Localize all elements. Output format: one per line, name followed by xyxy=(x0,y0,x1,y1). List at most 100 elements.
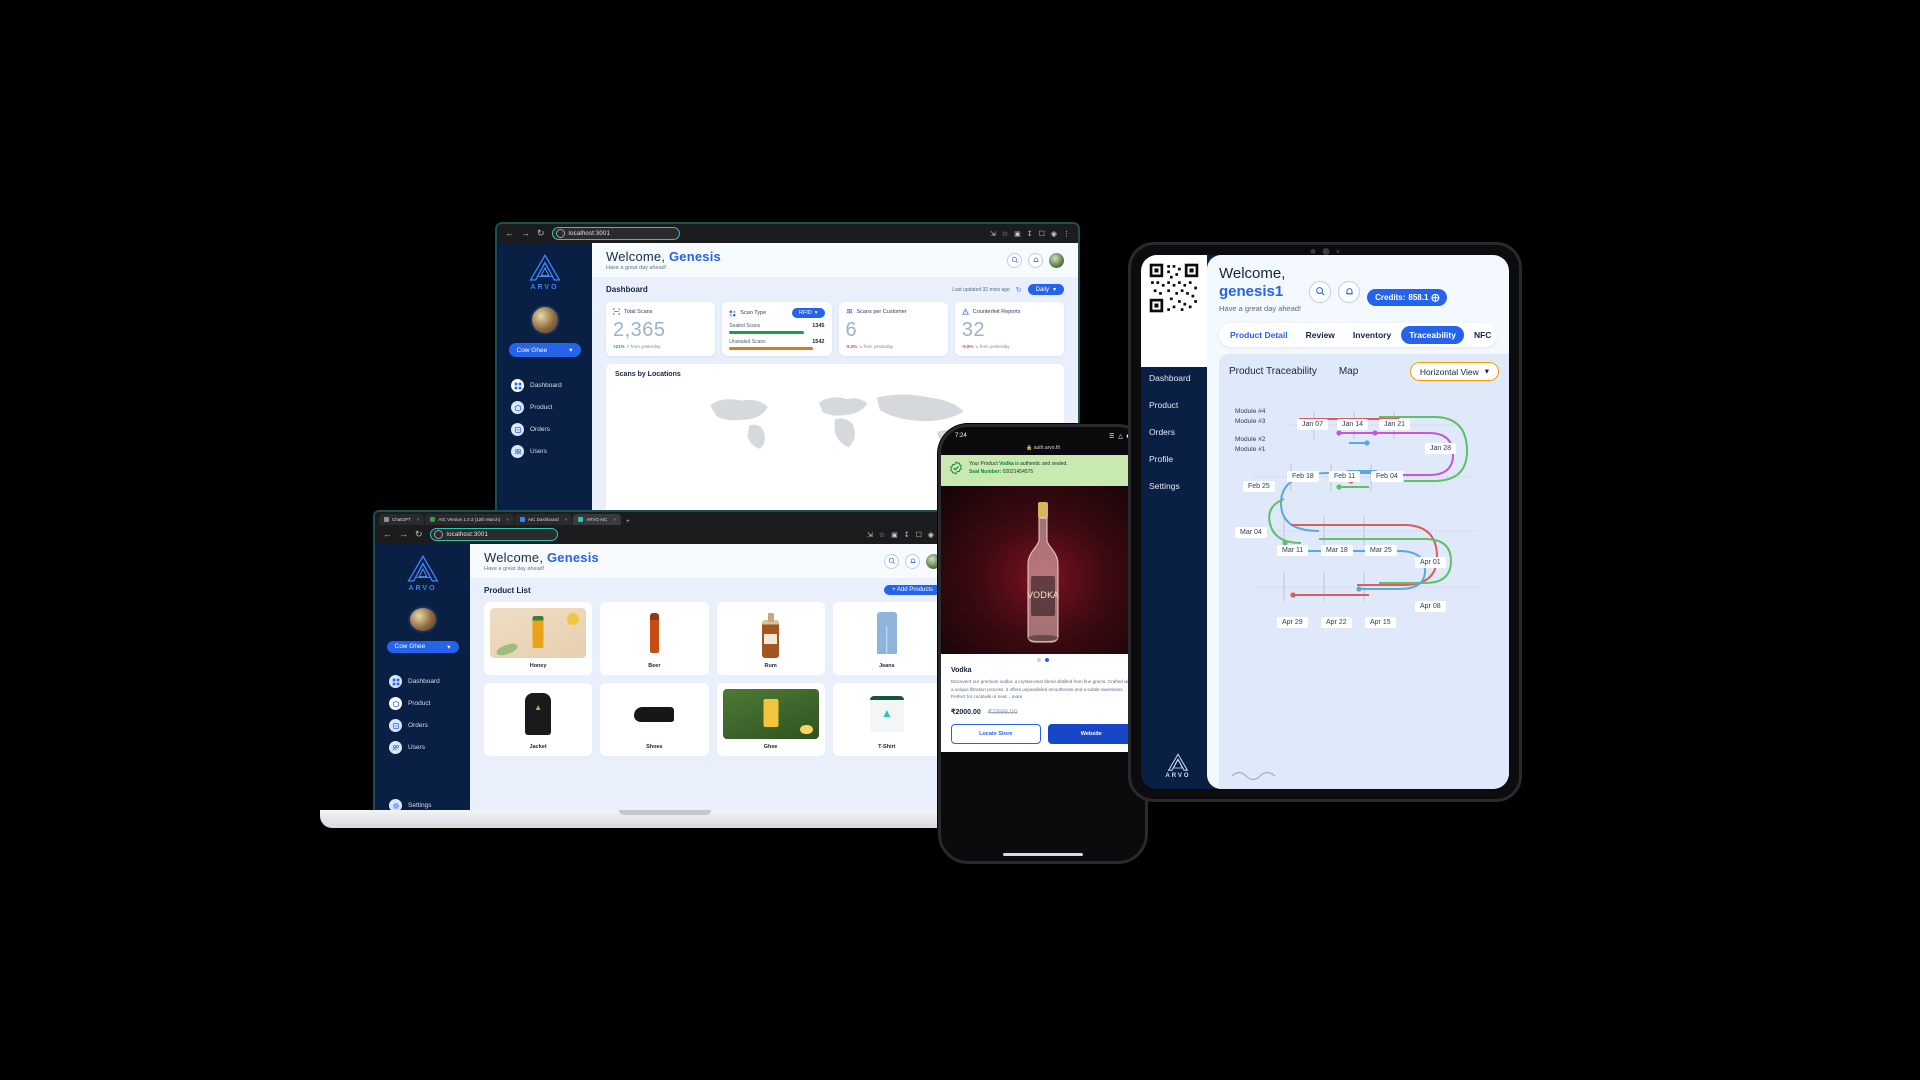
sidebar-item-orders[interactable]: Orders xyxy=(389,719,428,732)
card-header: Scan Type RFID ▾ xyxy=(729,308,825,318)
sidebar-item-orders[interactable]: Orders xyxy=(1149,427,1207,437)
phone-actions: Locate Store Website xyxy=(951,723,1135,744)
stat-cards: Total Scans 2,365 +21% ↗ from yesterday xyxy=(606,302,1064,356)
view-selector[interactable]: Horizontal View ▾ xyxy=(1409,362,1499,382)
camera-dot xyxy=(1310,249,1316,254)
range-selector[interactable]: Daily ▾ xyxy=(1027,284,1064,295)
product-card[interactable]: Ghee xyxy=(716,683,825,756)
search-icon[interactable] xyxy=(884,553,899,569)
product-selector[interactable]: Cow Ghee ▾ xyxy=(386,640,459,653)
close-icon[interactable]: × xyxy=(506,517,509,522)
close-icon[interactable]: × xyxy=(417,517,420,522)
product-card[interactable]: Beer xyxy=(600,602,709,675)
date-chip: Mar 11 xyxy=(1277,545,1309,557)
sidebar-item-product[interactable]: Product xyxy=(1149,400,1207,410)
phone-device: 7:24 ☰ △ ■ 🔒 auth.arvo.fit Your Product … xyxy=(938,424,1148,864)
tab-product-detail[interactable]: Product Detail xyxy=(1222,326,1296,344)
tab-inventory[interactable]: Inventory xyxy=(1345,326,1399,344)
carousel-dots[interactable] xyxy=(941,654,1145,662)
browser-tab-active[interactable]: ARVO AIC × xyxy=(573,514,622,525)
reload-icon[interactable]: ↻ xyxy=(415,530,423,539)
bell-icon[interactable] xyxy=(1338,280,1361,303)
profile-icon[interactable]: ◉ xyxy=(1051,230,1057,238)
search-icon[interactable] xyxy=(1007,252,1022,268)
carousel-dot[interactable] xyxy=(1037,658,1041,662)
bell-icon[interactable] xyxy=(1028,252,1043,268)
download-icon[interactable]: ↧ xyxy=(904,531,910,539)
chevron-down-icon: ▾ xyxy=(1484,366,1489,377)
close-icon[interactable]: × xyxy=(613,517,616,522)
address-bar[interactable]: localhost:3001 xyxy=(429,528,558,541)
forward-icon[interactable]: → xyxy=(399,530,408,539)
search-icon[interactable] xyxy=(1309,280,1332,303)
close-icon[interactable]: × xyxy=(565,517,568,522)
stat-card-total-scans: Total Scans 2,365 +21% ↗ from yesterday xyxy=(606,302,716,356)
map-tab[interactable]: Map xyxy=(1339,366,1358,377)
website-button[interactable]: Website xyxy=(1047,723,1135,744)
phone-url-bar[interactable]: 🔒 auth.arvo.fit xyxy=(941,443,1145,455)
laptop-device: ChatGPT × AIC Version 1.0.3 (12th March)… xyxy=(320,510,1010,840)
sidebar-item-dashboard[interactable]: Dashboard xyxy=(1149,373,1207,383)
forward-icon[interactable]: → xyxy=(521,229,530,238)
sidebar-item-profile[interactable]: Profile xyxy=(1149,454,1207,464)
avatar[interactable] xyxy=(1049,252,1064,268)
sidebar-item-settings[interactable]: Settings xyxy=(389,799,432,810)
share-icon[interactable]: ⇲ xyxy=(867,531,873,539)
favicon xyxy=(578,517,584,522)
tab-review[interactable]: Review xyxy=(1298,326,1343,344)
sidebar-item-users[interactable]: Users xyxy=(511,445,547,458)
product-card[interactable]: Shoes xyxy=(600,683,709,756)
back-icon[interactable]: ← xyxy=(383,530,392,539)
browser-tab[interactable]: AIC Dashboard × xyxy=(514,514,573,525)
laptop-trackpad-notch xyxy=(619,810,711,815)
product-card[interactable]: Jacket xyxy=(484,683,593,756)
credits-badge[interactable]: Credits: 858.1 ⨁ xyxy=(1367,289,1448,306)
back-icon[interactable]: ← xyxy=(505,229,514,238)
bookmark-icon[interactable]: ☆ xyxy=(1002,230,1008,238)
profile-icon[interactable]: ◉ xyxy=(928,531,934,539)
bell-icon[interactable] xyxy=(905,553,920,569)
sidepanel-icon[interactable]: ☐ xyxy=(1039,230,1045,238)
banner-product: Vodka xyxy=(999,461,1014,467)
carousel-dot-active[interactable] xyxy=(1045,658,1049,662)
download-icon[interactable]: ↧ xyxy=(1027,230,1033,238)
sidebar-item-product[interactable]: Product xyxy=(389,697,430,710)
tab-traceability[interactable]: Traceability xyxy=(1401,326,1464,345)
reload-icon[interactable]: ↻ xyxy=(537,229,545,238)
product-card[interactable]: Honey xyxy=(484,602,593,675)
date-chip: Mar 04 xyxy=(1235,527,1267,539)
avatar xyxy=(529,305,560,335)
product-title: Vodka xyxy=(951,667,972,674)
locate-store-button[interactable]: Locate Store xyxy=(951,723,1041,744)
extensions-icon[interactable]: ▣ xyxy=(1014,230,1021,238)
sidebar-item-orders[interactable]: Orders xyxy=(511,423,550,436)
share-icon[interactable]: ⇲ xyxy=(990,230,996,238)
gear-icon xyxy=(389,799,402,810)
product-card[interactable]: Rum xyxy=(716,602,825,675)
address-bar[interactable]: localhost:3001 xyxy=(551,227,680,240)
refresh-icon[interactable]: ↻ xyxy=(1016,286,1022,294)
menu-icon[interactable]: ⋮ xyxy=(1063,230,1070,238)
sidebar-item-dashboard[interactable]: Dashboard xyxy=(389,675,440,688)
product-card[interactable]: T-Shirt xyxy=(832,683,941,756)
credits-label: Credits: xyxy=(1375,293,1406,302)
product-selector[interactable]: Cow Ghee ▾ xyxy=(508,343,581,357)
dashboard-icon xyxy=(389,675,402,688)
sidepanel-icon[interactable]: ☐ xyxy=(916,531,922,539)
browser-tab[interactable]: AIC Version 1.0.3 (12th March) × xyxy=(425,514,514,525)
plus-icon[interactable]: ⨁ xyxy=(1431,293,1439,302)
bookmark-icon[interactable]: ☆ xyxy=(879,531,885,539)
extensions-icon[interactable]: ▣ xyxy=(891,531,898,539)
sidebar-item-dashboard[interactable]: Dashboard xyxy=(511,379,562,392)
sidebar-item-settings[interactable]: Settings xyxy=(1149,481,1207,491)
scan-type-selector[interactable]: RFID ▾ xyxy=(791,308,825,318)
product-card[interactable]: Jeans xyxy=(832,602,941,675)
date-chip: Feb 18 xyxy=(1287,471,1319,483)
sidebar-item-users[interactable]: Users xyxy=(389,741,425,754)
add-products-button[interactable]: + Add Products xyxy=(884,585,941,595)
browser-tab[interactable]: ChatGPT × xyxy=(379,514,425,525)
more-link[interactable]: more xyxy=(1012,694,1022,699)
sidebar-item-product[interactable]: Product xyxy=(511,401,552,414)
tab-nfc[interactable]: NFC xyxy=(1466,326,1499,344)
welcome-subtitle: Have a great day ahead! xyxy=(1219,304,1302,313)
